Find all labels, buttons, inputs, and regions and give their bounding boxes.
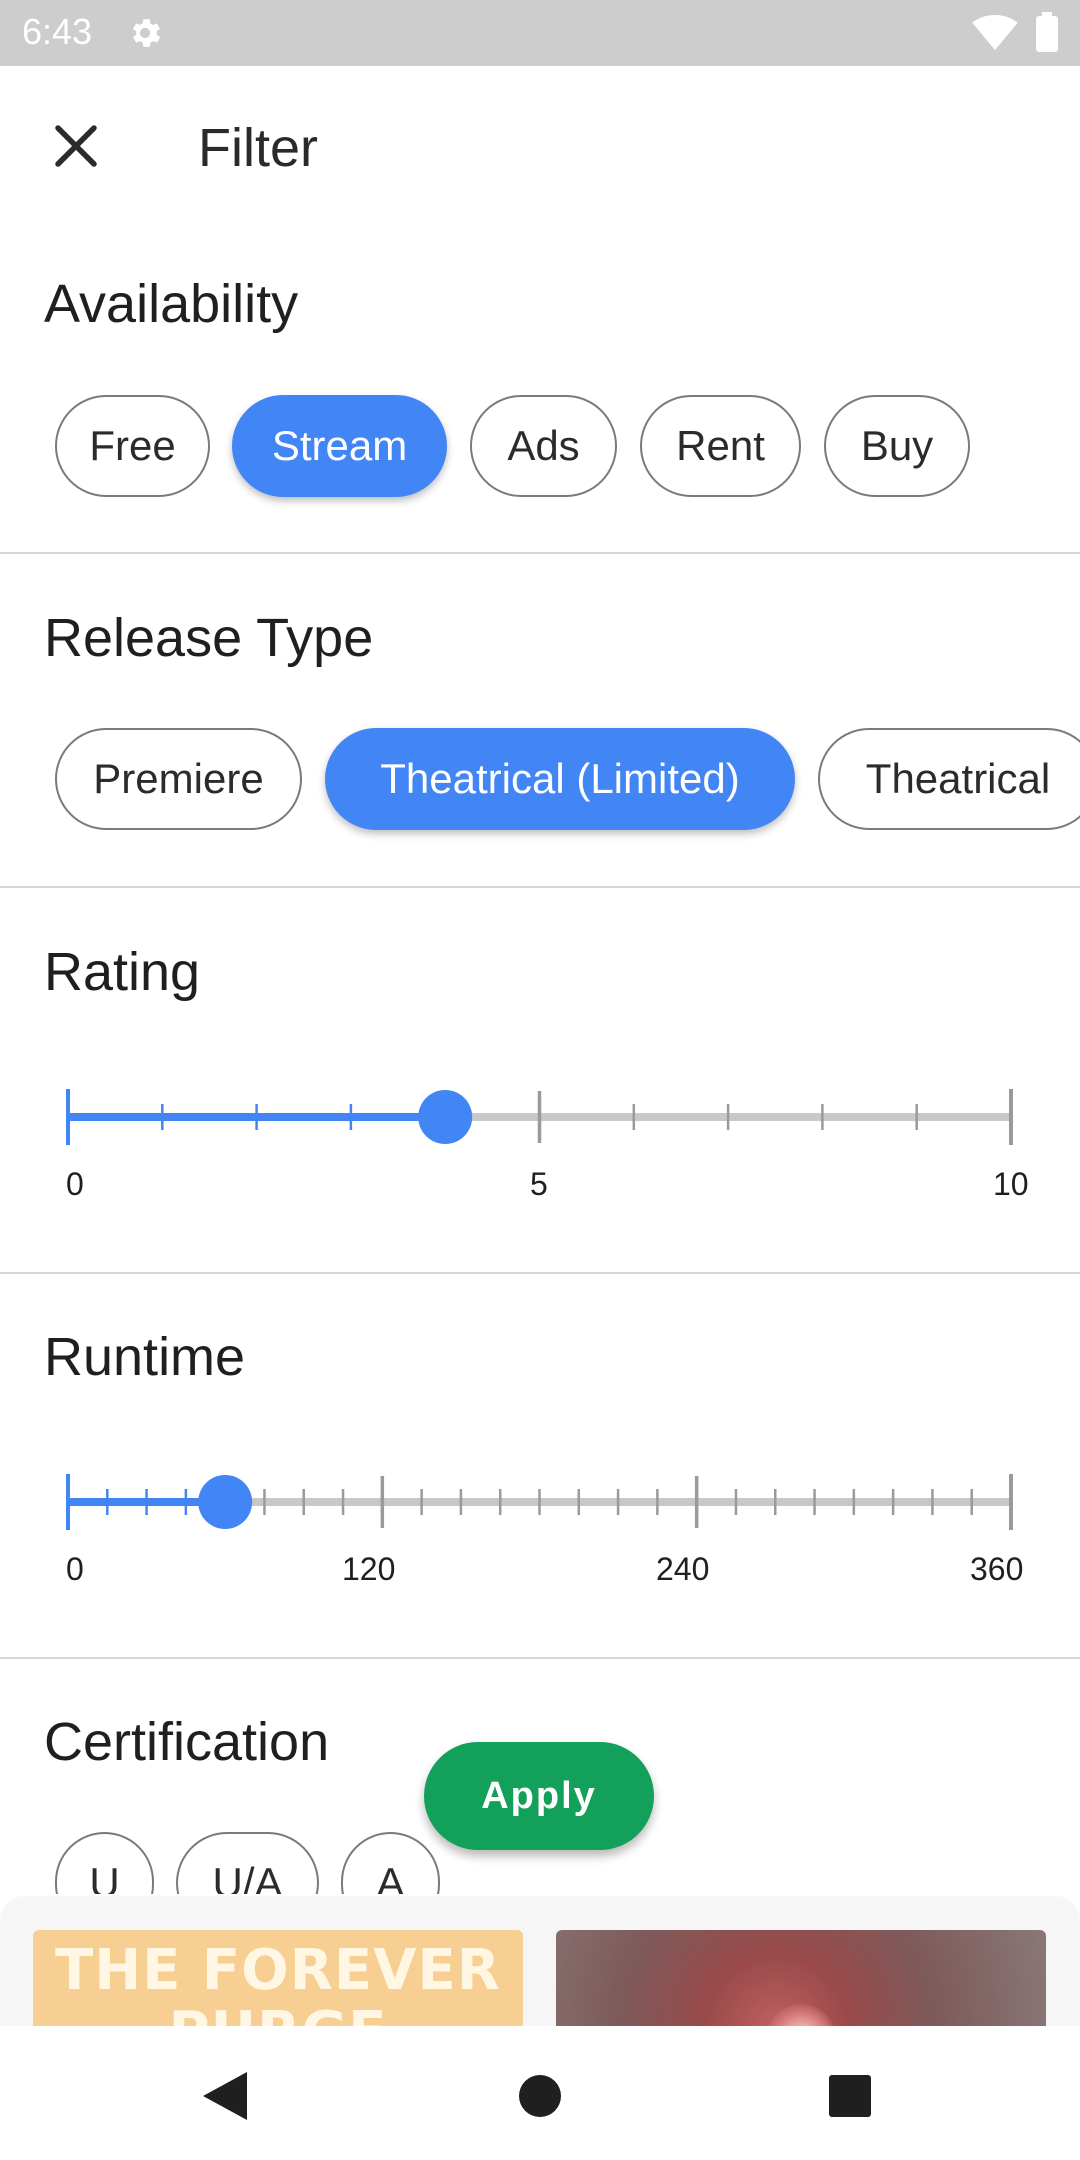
chip-stream[interactable]: Stream: [232, 395, 447, 497]
release-type-title: Release Type: [44, 608, 374, 668]
chip-free[interactable]: Free: [55, 395, 210, 497]
chip-buy[interactable]: Buy: [824, 395, 970, 497]
chip-ua[interactable]: U/A: [176, 1832, 319, 1894]
page-title: Filter: [198, 118, 318, 178]
rating-min-label: 0: [66, 1166, 84, 1202]
divider: [0, 1272, 1080, 1274]
chip-ads[interactable]: Ads: [470, 395, 617, 497]
chip-premiere[interactable]: Premiere: [55, 728, 302, 830]
certification-title: Certification: [44, 1712, 330, 1772]
chip-u[interactable]: U: [55, 1832, 154, 1894]
poster-strip: THE FOREVER PURGE: [0, 1896, 1080, 2026]
divider: [0, 552, 1080, 554]
close-icon: [55, 125, 97, 167]
settings-gear-icon: [132, 19, 161, 47]
recents-icon[interactable]: [829, 2075, 871, 2117]
status-bar: 6:43: [0, 0, 1080, 66]
poster-second-movie[interactable]: [556, 1930, 1046, 2026]
back-icon[interactable]: [203, 2072, 247, 2120]
divider: [0, 886, 1080, 888]
divider: [0, 1657, 1080, 1659]
chip-a[interactable]: A: [341, 1832, 440, 1894]
apply-button[interactable]: Apply: [424, 1742, 654, 1850]
runtime-label-240: 240: [656, 1551, 710, 1587]
status-time: 6:43: [22, 11, 93, 52]
battery-icon: [1036, 12, 1058, 52]
poster-title: THE FOREVER PURGE: [55, 1938, 501, 2027]
chip-theatrical-limited[interactable]: Theatrical (Limited): [325, 728, 795, 830]
runtime-label-360: 360: [970, 1551, 1024, 1587]
availability-title: Availability: [44, 274, 299, 334]
runtime-slider[interactable]: [0, 1432, 1080, 1572]
runtime-label-120: 120: [342, 1551, 396, 1587]
chip-theatrical[interactable]: Theatrical: [818, 728, 1080, 830]
chip-rent[interactable]: Rent: [640, 395, 801, 497]
runtime-label-0: 0: [66, 1551, 84, 1587]
poster-artwork: [766, 2004, 836, 2026]
rating-max-label: 10: [993, 1166, 1029, 1202]
runtime-title: Runtime: [44, 1327, 246, 1387]
runtime-thumb: [198, 1475, 253, 1529]
wifi-icon: [972, 14, 1018, 51]
home-icon[interactable]: [518, 2074, 562, 2118]
navigation-bar: [0, 2026, 1080, 2160]
poster-the-forever-purge[interactable]: THE FOREVER PURGE: [33, 1930, 523, 2026]
rating-title: Rating: [44, 942, 201, 1002]
close-button[interactable]: [44, 114, 108, 178]
rating-thumb: [418, 1090, 473, 1144]
rating-mid-label: 5: [530, 1166, 548, 1202]
